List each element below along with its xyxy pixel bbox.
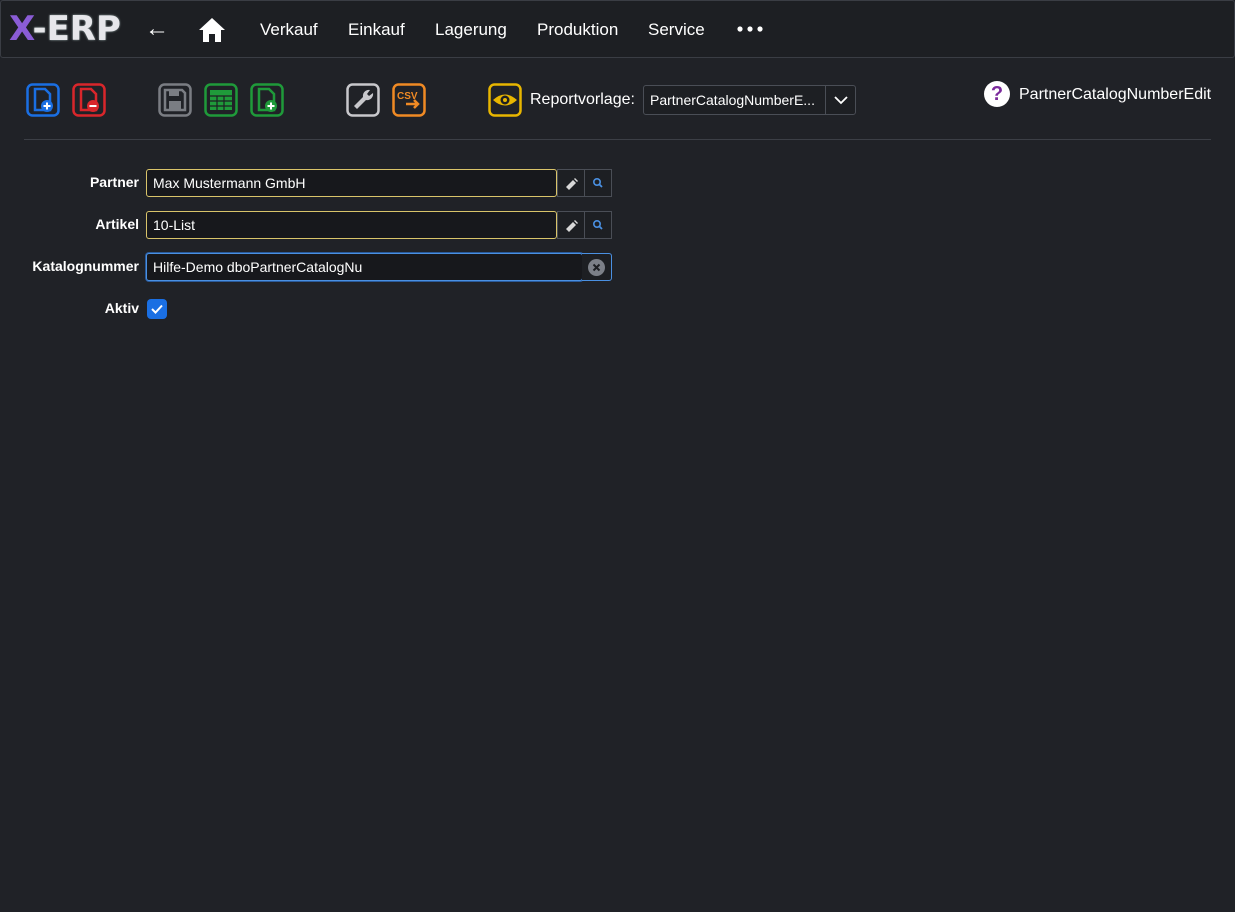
wrench-icon (346, 83, 380, 117)
partner-search-button[interactable] (584, 169, 612, 197)
more-menu-icon[interactable] (737, 21, 763, 37)
report-template-select[interactable]: PartnerCatalogNumberE... (643, 85, 856, 115)
partner-field[interactable]: Max Mustermann GmbH (146, 169, 557, 197)
katalognummer-field[interactable]: Hilfe-Demo dboPartnerCatalogNu (146, 253, 583, 281)
add-document-icon (250, 83, 284, 117)
katalognummer-value: Hilfe-Demo dboPartnerCatalogNu (153, 259, 363, 275)
partner-value: Max Mustermann GmbH (153, 175, 306, 191)
pencil-icon (566, 178, 578, 190)
app-logo[interactable]: X-ERP (9, 9, 121, 49)
pencil-icon (566, 220, 578, 232)
checkmark-icon (151, 304, 163, 314)
nav-einkauf[interactable]: Einkauf (348, 20, 405, 40)
home-icon[interactable] (198, 17, 226, 43)
report-template-label: Reportvorlage: (530, 91, 635, 108)
new-document-icon (26, 83, 60, 117)
artikel-field[interactable]: 10-List (146, 211, 557, 239)
search-icon (593, 220, 603, 230)
new-record-button[interactable] (26, 83, 60, 117)
chevron-down-icon[interactable] (825, 86, 855, 114)
artikel-edit-button[interactable] (557, 211, 585, 239)
table-view-button[interactable] (204, 83, 238, 117)
report-preview-button[interactable] (488, 83, 522, 117)
back-arrow-icon[interactable]: ← (145, 15, 169, 43)
nav-service[interactable]: Service (648, 20, 705, 40)
add-document-button[interactable] (250, 83, 284, 117)
artikel-value: 10-List (153, 217, 196, 233)
artikel-label: Artikel (95, 216, 139, 232)
csv-export-icon: CSV (392, 83, 426, 117)
delete-document-icon (72, 83, 106, 117)
report-template-value: PartnerCatalogNumberE... (650, 92, 815, 108)
nav-produktion[interactable]: Produktion (537, 20, 618, 40)
table-icon (204, 83, 238, 117)
help-icon[interactable]: ? (984, 81, 1010, 107)
save-button[interactable] (158, 83, 192, 117)
katalognummer-clear-area (582, 253, 612, 281)
partner-edit-button[interactable] (557, 169, 585, 197)
toolbar-divider (24, 139, 1211, 140)
page-title: PartnerCatalogNumberEdit (1019, 86, 1212, 103)
nav-verkauf[interactable]: Verkauf (260, 20, 318, 40)
clear-icon[interactable] (588, 259, 605, 276)
delete-record-button[interactable] (72, 83, 106, 117)
save-icon (158, 83, 192, 117)
partner-label: Partner (89, 174, 139, 190)
csv-export-button[interactable]: CSV (392, 83, 426, 117)
search-icon (593, 178, 603, 188)
settings-wrench-button[interactable] (346, 83, 380, 117)
nav-lagerung[interactable]: Lagerung (435, 20, 507, 40)
aktiv-label: Aktiv (104, 300, 139, 316)
eye-preview-icon (488, 83, 522, 117)
katalognummer-label: Katalognummer (32, 258, 139, 274)
aktiv-checkbox[interactable] (147, 299, 167, 319)
artikel-search-button[interactable] (584, 211, 612, 239)
top-nav-bar: X-ERP ← Verkauf Einkauf Lagerung Produkt… (0, 0, 1235, 58)
